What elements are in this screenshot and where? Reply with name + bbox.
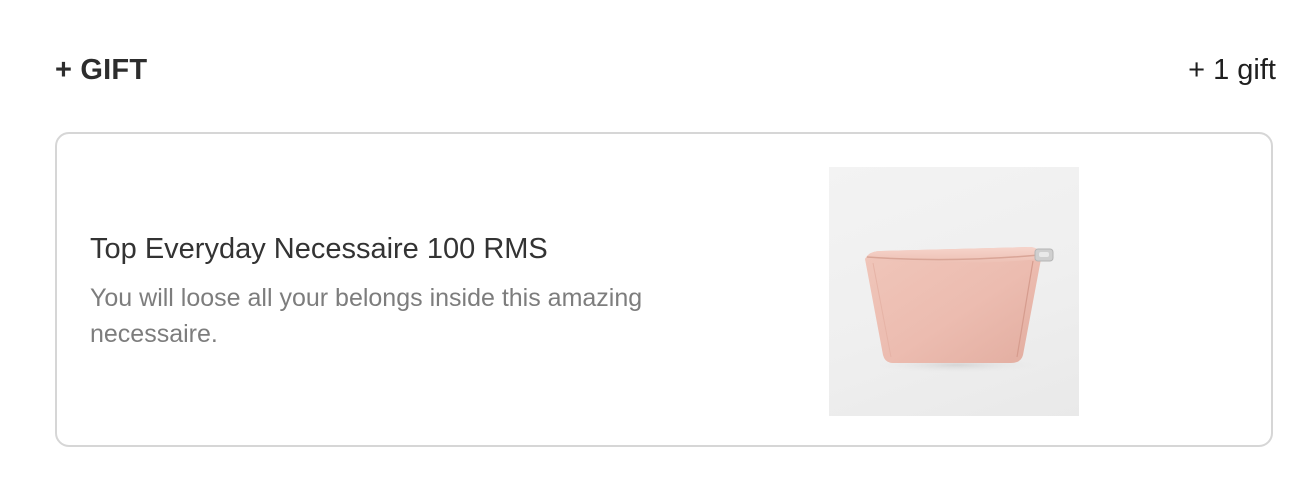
gift-name: Top Everyday Necessaire 100 RMS bbox=[90, 233, 548, 265]
gift-section-title: + GIFT bbox=[55, 53, 148, 86]
gift-description: You will loose all your belongs inside t… bbox=[90, 284, 643, 348]
gift-card[interactable]: Top Everyday Necessaire 100 RMS You will… bbox=[55, 132, 1273, 447]
gift-details: Top Everyday Necessaire 100 RMS You will… bbox=[90, 230, 650, 352]
gift-count-label: + 1 gift bbox=[1188, 53, 1276, 86]
gift-product-image bbox=[829, 167, 1079, 416]
pink-pouch-icon bbox=[865, 247, 1054, 373]
gift-section-header: + GIFT + 1 gift bbox=[55, 50, 1276, 90]
